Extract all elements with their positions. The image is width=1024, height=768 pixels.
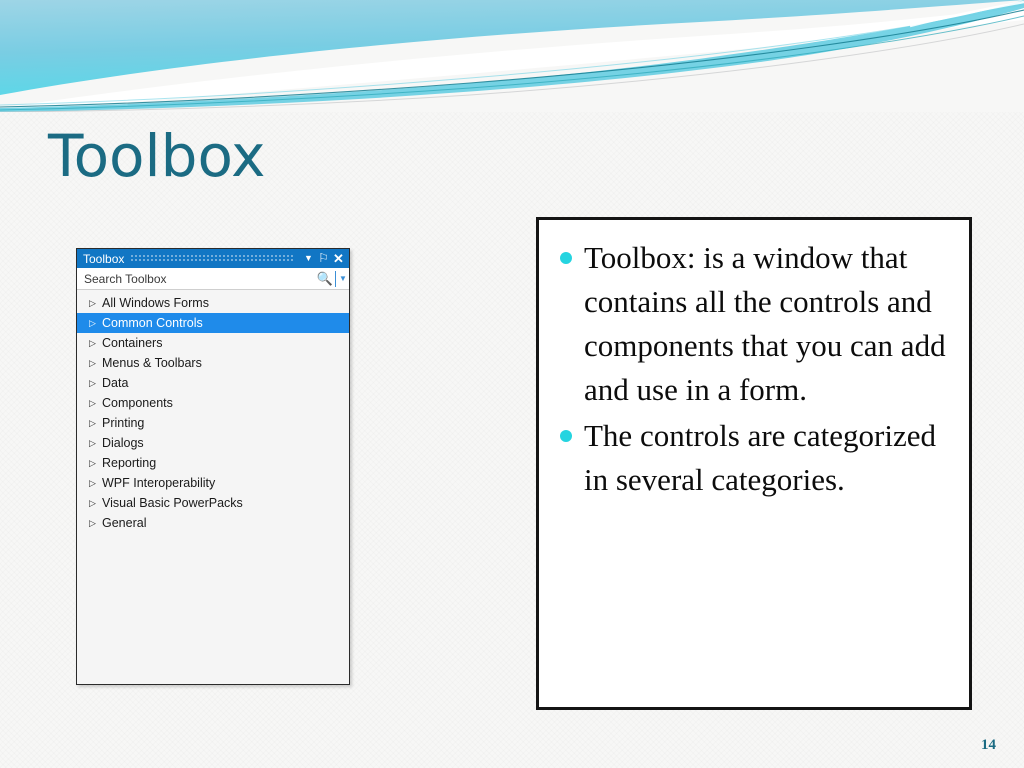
toolbox-item-all-windows-forms[interactable]: ▷ All Windows Forms <box>77 293 349 313</box>
pin-icon[interactable]: ⚐ <box>316 252 331 264</box>
search-divider <box>335 270 336 287</box>
search-icon[interactable]: 🔍 <box>316 271 334 287</box>
toolbox-search-row[interactable]: 🔍 ▼ <box>77 268 349 290</box>
expander-triangle-icon[interactable]: ▷ <box>89 418 102 428</box>
toolbox-item-label: Common Controls <box>102 316 203 330</box>
toolbox-item-label: Data <box>102 376 129 390</box>
expander-triangle-icon[interactable]: ▷ <box>89 318 102 328</box>
expander-triangle-icon[interactable]: ▷ <box>89 398 102 408</box>
bullet-dot-icon <box>560 252 572 264</box>
toolbox-item-label: Visual Basic PowerPacks <box>102 496 243 510</box>
content-box: Toolbox: is a window that contains all t… <box>536 217 972 710</box>
expander-triangle-icon[interactable]: ▷ <box>89 518 102 528</box>
toolbox-titlebar[interactable]: Toolbox ▼ ⚐ ✕ <box>77 249 349 268</box>
toolbox-item-general[interactable]: ▷ General <box>77 513 349 533</box>
slide-canvas: Toolbox Toolbox ▼ ⚐ ✕ 🔍 ▼ ▷All Windows F… <box>0 0 1024 768</box>
toolbox-item-label: WPF Interoperability <box>102 476 216 490</box>
expander-triangle-icon[interactable]: ▷ <box>89 378 102 388</box>
page-number: 14 <box>981 737 996 753</box>
bullet-text: The controls are categorized in several … <box>584 418 937 497</box>
toolbox-item-menus-toolbars[interactable]: ▷ Menus & Toolbars <box>77 353 349 373</box>
page-title: Toolbox <box>48 122 266 190</box>
toolbox-item-components[interactable]: ▷ Components <box>77 393 349 413</box>
toolbox-item-label: Reporting <box>102 456 157 470</box>
toolbox-item-dialogs[interactable]: ▷ Dialogs <box>77 433 349 453</box>
toolbox-item-label: Menus & Toolbars <box>102 356 202 370</box>
expander-triangle-icon[interactable]: ▷ <box>89 498 102 508</box>
titlebar-gripper <box>131 255 294 262</box>
toolbox-panel[interactable]: Toolbox ▼ ⚐ ✕ 🔍 ▼ ▷All Windows Forms▷Com… <box>76 248 350 685</box>
expander-triangle-icon[interactable]: ▷ <box>89 358 102 368</box>
toolbox-item-visual-basic-powerpacks[interactable]: ▷ Visual Basic PowerPacks <box>77 493 349 513</box>
toolbox-item-printing[interactable]: ▷ Printing <box>77 413 349 433</box>
search-dropdown-icon[interactable]: ▼ <box>337 274 349 283</box>
toolbox-item-containers[interactable]: ▷ Containers <box>77 333 349 353</box>
toolbox-item-label: General <box>102 516 147 530</box>
toolbox-item-reporting[interactable]: ▷ Reporting <box>77 453 349 473</box>
chevron-down-icon[interactable]: ▼ <box>301 253 316 264</box>
toolbox-tree[interactable]: ▷ All Windows Forms ▷ Common Controls ▷ Conta… <box>77 290 349 684</box>
expander-triangle-icon[interactable]: ▷ <box>89 458 102 468</box>
toolbox-item-label: Components <box>102 396 173 410</box>
toolbox-item-label: Printing <box>102 416 145 430</box>
expander-triangle-icon[interactable]: ▷ <box>89 438 102 448</box>
close-icon[interactable]: ✕ <box>331 252 346 265</box>
expander-triangle-icon[interactable]: ▷ <box>89 478 102 488</box>
bullet-dot-icon <box>560 430 572 442</box>
toolbox-item-label: All Windows Forms <box>102 296 209 310</box>
toolbox-item-label: Containers <box>102 336 163 350</box>
expander-triangle-icon[interactable]: ▷ <box>89 298 102 308</box>
toolbox-item-data[interactable]: ▷ Data <box>77 373 349 393</box>
toolbox-window-title: Toolbox <box>83 251 125 266</box>
toolbox-item-label: Dialogs <box>102 436 144 450</box>
search-input[interactable] <box>84 271 316 286</box>
bullet-item: Toolbox: is a window that contains all t… <box>557 236 955 412</box>
expander-triangle-icon[interactable]: ▷ <box>89 338 102 348</box>
toolbox-item-common-controls[interactable]: ▷ Common Controls <box>77 313 349 333</box>
toolbox-item-wpf-interoperability[interactable]: ▷ WPF Interoperability <box>77 473 349 493</box>
header-wave-decoration <box>0 0 1024 112</box>
bullet-item: The controls are categorized in several … <box>557 414 955 502</box>
bullet-text: Toolbox: is a window that contains all t… <box>584 240 946 407</box>
